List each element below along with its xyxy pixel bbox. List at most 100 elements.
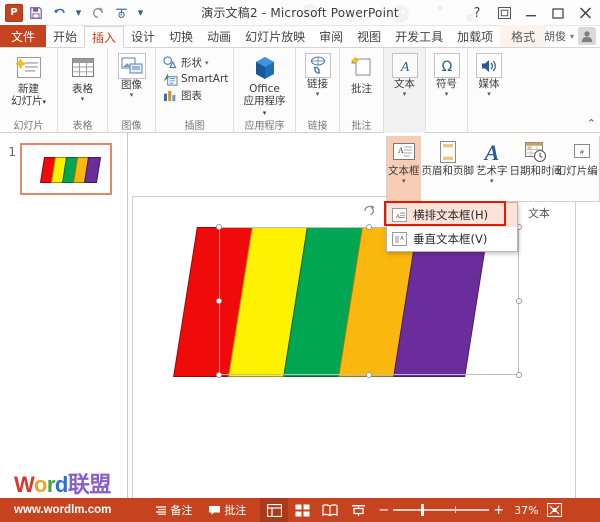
comments-button[interactable]: 批注 xyxy=(200,498,254,522)
tab-developer[interactable]: 开发工具 xyxy=(388,25,450,47)
shapes-chevron-down-icon[interactable]: ▾ xyxy=(205,59,209,67)
tab-view[interactable]: 视图 xyxy=(350,25,388,47)
svg-text:A: A xyxy=(400,235,404,241)
rotate-handle[interactable] xyxy=(362,203,376,217)
header-footer-button[interactable]: 页眉和页脚 xyxy=(421,136,476,178)
tab-file[interactable]: 文件 xyxy=(0,25,47,47)
symbol-chevron-down-icon[interactable]: ▾ xyxy=(445,90,449,97)
table-chevron-down-icon[interactable]: ▾ xyxy=(81,95,85,102)
zoom-slider[interactable] xyxy=(393,504,490,516)
notes-icon xyxy=(155,505,167,516)
new-slide-chevron-down-icon[interactable]: ▾ xyxy=(42,98,46,106)
fit-to-window-button[interactable] xyxy=(543,498,567,522)
resize-handle-e[interactable] xyxy=(516,298,522,304)
tab-review[interactable]: 审阅 xyxy=(312,25,350,47)
links-label: 链接 xyxy=(307,78,328,90)
tab-format[interactable]: 格式 xyxy=(500,25,547,47)
resize-handle-n[interactable] xyxy=(366,224,372,230)
minimize-icon[interactable] xyxy=(518,2,544,24)
zoom-control: − + 37% xyxy=(378,503,538,518)
svg-text:A: A xyxy=(395,213,400,220)
view-slideshow-button[interactable] xyxy=(344,498,372,522)
menu-item-vertical-text-box[interactable]: A 垂直文本框(V) xyxy=(387,227,517,251)
view-normal-button[interactable] xyxy=(260,498,289,522)
tab-design[interactable]: 设计 xyxy=(124,25,162,47)
view-reading-button[interactable] xyxy=(316,498,344,522)
omega-icon: Ω xyxy=(433,53,460,78)
resize-handle-se[interactable] xyxy=(516,372,522,378)
thumbnail-item[interactable]: 1 xyxy=(0,133,127,195)
links-chevron-down-icon[interactable]: ▾ xyxy=(316,90,320,97)
text-icon: A xyxy=(391,53,418,78)
media-chevron-down-icon[interactable]: ▾ xyxy=(487,90,491,97)
resize-handle-sw[interactable] xyxy=(216,372,222,378)
image-icon xyxy=(117,53,146,79)
view-slide-sorter-button[interactable] xyxy=(288,498,316,522)
ribbon-group-comments: 批注 批注 xyxy=(340,48,384,133)
ribbon: 新建 幻灯片▾ 幻灯片 表格 ▾ 表格 图像 ▾ 图像 形状 ▾ SmartAr… xyxy=(0,48,600,133)
tab-addins[interactable]: 加载项 xyxy=(450,25,500,47)
watermark-letter-r: r xyxy=(46,472,56,497)
chart-button[interactable]: 图表 xyxy=(160,87,205,104)
images-chevron-down-icon[interactable]: ▾ xyxy=(130,91,134,98)
resize-handle-nw[interactable] xyxy=(216,224,222,230)
ribbon-group-apps: Office 应用程序▾ 应用程序 xyxy=(234,48,296,133)
watermark-letter-meng: 盟 xyxy=(89,472,111,497)
links-button[interactable]: 链接 ▾ xyxy=(300,51,336,99)
slide-number-button[interactable]: # 幻灯片编号 xyxy=(556,136,599,178)
menu-item-horizontal-text-box[interactable]: A 横排文本框(H) xyxy=(384,201,517,227)
media-button[interactable]: 媒体 ▾ xyxy=(471,51,507,99)
ribbon-group-links: 链接 ▾ 链接 xyxy=(296,48,340,133)
new-slide-button[interactable]: 新建 幻灯片▾ xyxy=(6,51,51,110)
user-account[interactable]: 胡俊 ▾ xyxy=(544,27,596,45)
group-label-slides: 幻灯片 xyxy=(13,121,44,132)
resize-handle-s[interactable] xyxy=(366,372,372,378)
avatar[interactable] xyxy=(578,27,596,45)
zoom-slider-thumb[interactable] xyxy=(421,504,425,516)
tab-home[interactable]: 开始 xyxy=(46,25,84,47)
text-button[interactable]: A 文本 ▾ xyxy=(387,51,423,99)
thumbnail-slide-1[interactable] xyxy=(20,143,112,195)
notes-button[interactable]: 备注 xyxy=(147,498,200,522)
close-icon[interactable] xyxy=(572,2,598,24)
wordart-button[interactable]: A 艺术字 ▾ xyxy=(475,136,509,184)
table-button[interactable]: 表格 ▾ xyxy=(62,51,104,104)
tab-slideshow[interactable]: 幻灯片放映 xyxy=(238,25,312,47)
resize-handle-w[interactable] xyxy=(216,298,222,304)
help-icon[interactable]: ? xyxy=(464,2,490,24)
ribbon-group-tables: 表格 ▾ 表格 xyxy=(58,48,108,133)
group-label-illustrations: 插图 xyxy=(184,121,205,132)
user-chevron-down-icon[interactable]: ▾ xyxy=(570,32,574,41)
watermark-letter-d: d xyxy=(54,472,68,497)
media-label: 媒体 xyxy=(478,78,500,90)
zoom-out-button[interactable]: − xyxy=(378,503,389,518)
wordart-chevron-down-icon[interactable]: ▾ xyxy=(490,177,494,184)
slide-number-icon: # xyxy=(567,139,597,165)
collapse-ribbon-icon[interactable]: ⌃ xyxy=(587,117,596,130)
tab-insert[interactable]: 插入 xyxy=(84,26,125,48)
comment-button[interactable]: 批注 xyxy=(341,51,383,98)
smartart-button[interactable]: SmartArt xyxy=(160,71,231,87)
slide-thumbnail-pane: 1 xyxy=(0,133,128,498)
text-box-button[interactable]: A 文本框 ▾ xyxy=(387,136,421,201)
ribbon-display-options-icon[interactable] xyxy=(491,2,517,24)
zoom-level-label[interactable]: 37% xyxy=(514,504,538,517)
slide-number-label: 幻灯片编号 xyxy=(555,165,599,177)
maximize-icon[interactable] xyxy=(545,2,571,24)
tab-transitions[interactable]: 切换 xyxy=(162,25,200,47)
ribbon-tab-bar: 文件 开始 插入 设计 切换 动画 幻灯片放映 审阅 视图 开发工具 加载项 格… xyxy=(0,25,600,48)
watermark-url: www.wordlm.com xyxy=(14,504,112,516)
ribbon-group-media: 媒体 ▾ xyxy=(468,48,510,133)
zoom-default-tick xyxy=(455,506,457,513)
zoom-in-button[interactable]: + xyxy=(493,503,504,518)
tab-animations[interactable]: 动画 xyxy=(200,25,238,47)
office-apps-icon xyxy=(249,53,281,83)
text-chevron-down-icon[interactable]: ▾ xyxy=(403,90,407,97)
office-apps-button[interactable]: Office 应用程序 ▾ xyxy=(238,51,291,122)
comment-label: 批注 xyxy=(351,83,372,95)
shapes-button[interactable]: 形状 ▾ xyxy=(160,54,212,71)
office-apps-chevron-down-icon[interactable]: ▾ xyxy=(263,109,267,117)
text-box-chevron-down-icon[interactable]: ▾ xyxy=(402,177,406,184)
images-button[interactable]: 图像 ▾ xyxy=(113,51,151,100)
symbol-button[interactable]: Ω 符号 ▾ xyxy=(429,51,465,99)
